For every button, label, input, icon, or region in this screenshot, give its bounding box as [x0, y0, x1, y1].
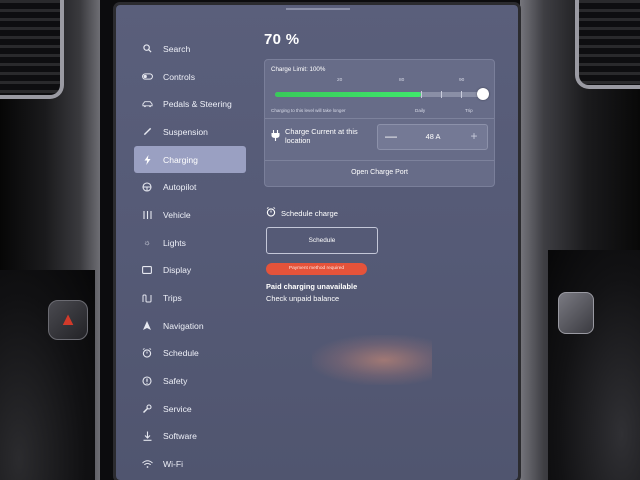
schedule-charge-header: Schedule charge [266, 207, 338, 219]
bolt-icon [141, 154, 153, 166]
safety-icon [141, 375, 153, 387]
sidebar-item-label: Software [163, 431, 197, 442]
schedule-button[interactable]: Schedule [266, 227, 378, 254]
screen-notch [286, 8, 350, 10]
alarm-clock-icon [266, 207, 276, 219]
air-vent-right [575, 0, 640, 89]
trip-label: Trip [465, 108, 473, 113]
sidebar-item-schedule[interactable]: Schedule [134, 340, 246, 368]
paid-charging-status: Paid charging unavailable [266, 282, 358, 291]
open-charge-port-button[interactable]: Open Charge Port [265, 164, 494, 182]
car-icon [141, 98, 153, 110]
sidebar-item-display[interactable]: Display [134, 257, 246, 285]
slider-tick-label: 90 [459, 78, 465, 83]
sidebar-item-label: Controls [163, 71, 195, 82]
charge-current-stepper: — 48 A + [377, 124, 488, 150]
sidebar-item-lights[interactable]: ☼ Lights [134, 229, 246, 257]
wifi-icon [141, 458, 153, 470]
sidebar-item-service[interactable]: Service [134, 395, 246, 423]
wrench-icon [141, 126, 153, 138]
sidebar-item-label: Pedals & Steering [163, 99, 232, 110]
touchscreen: Search Controls Pedals & Steering Suspen… [116, 5, 518, 480]
sidebar-item-label: Autopilot [163, 182, 197, 193]
sidebar-item-label: Trips [163, 293, 182, 304]
decrease-current-button[interactable]: — [383, 125, 399, 149]
sidebar-item-software[interactable]: Software [134, 423, 246, 451]
sun-icon: ☼ [143, 238, 151, 248]
slider-tick-label: 20 [337, 78, 343, 83]
sidebar-item-navigation[interactable]: Navigation [134, 312, 246, 340]
slider-tick [441, 91, 442, 98]
daily-label: Daily [415, 108, 426, 113]
schedule-charge-label: Schedule charge [281, 208, 338, 218]
card-divider [265, 118, 494, 119]
hazard-button[interactable]: ▲ [48, 300, 88, 340]
sidebar-item-label: Safety [163, 376, 188, 387]
payment-required-badge[interactable]: Payment method required [266, 263, 367, 275]
charge-current-label: Charge Current at this location [285, 127, 358, 145]
card-divider [265, 160, 494, 161]
download-icon [141, 430, 153, 442]
sidebar-item-suspension[interactable]: Suspension [134, 118, 246, 146]
sidebar-item-autopilot[interactable]: Autopilot [134, 173, 246, 201]
display-icon [141, 264, 153, 276]
route-icon [141, 292, 153, 304]
vehicle-bars-icon [141, 209, 153, 221]
sidebar-item-safety[interactable]: Safety [134, 367, 246, 395]
slider-tick [461, 91, 462, 98]
sidebar-item-label: Navigation [163, 320, 204, 331]
console-button-right[interactable] [558, 292, 594, 334]
alarm-clock-icon [141, 347, 153, 359]
sidebar-item-label: Charging [163, 154, 198, 165]
sidebar-item-label: Service [163, 403, 192, 414]
sidebar-item-vehicle[interactable]: Vehicle [134, 201, 246, 229]
hazard-triangle-icon: ▲ [59, 309, 77, 329]
sidebar-item-label: Lights [163, 237, 186, 248]
steering-wheel-icon [141, 181, 153, 193]
sidebar-item-label: Suspension [163, 126, 208, 137]
screen-glare [312, 335, 432, 385]
sidebar-item-charging[interactable]: Charging [134, 145, 246, 174]
sidebar-item-search[interactable]: Search [134, 35, 246, 63]
settings-sidebar: Search Controls Pedals & Steering Suspen… [134, 35, 246, 478]
service-wrench-icon [141, 403, 153, 415]
charge-current-value: 48 A [425, 132, 441, 141]
increase-current-button[interactable]: + [466, 125, 482, 149]
battery-percentage: 70 % [264, 31, 300, 48]
sidebar-item-trips[interactable]: Trips [134, 284, 246, 312]
charging-panel: 70 % Charge Limit: 100% 20 80 90 Chargin… [264, 31, 504, 303]
search-icon [141, 43, 153, 55]
charge-limit-note: Charging to this level will take longer [271, 108, 346, 113]
battery-level-fill [275, 92, 421, 97]
sidebar-item-pedals-steering[interactable]: Pedals & Steering [134, 90, 246, 118]
sidebar-item-wifi[interactable]: Wi-Fi [134, 450, 246, 478]
slider-tick [421, 91, 422, 98]
charge-limit-slider[interactable] [275, 88, 489, 100]
air-vent-left [0, 0, 64, 99]
navigation-arrow-icon [141, 320, 153, 332]
sidebar-item-label: Schedule [163, 348, 199, 359]
seat-right [548, 250, 640, 480]
slider-tick-label: 80 [399, 78, 405, 83]
toggle-icon [141, 71, 153, 83]
sidebar-item-label: Vehicle [163, 209, 191, 220]
sidebar-item-controls[interactable]: Controls [134, 63, 246, 91]
charge-limit-knob[interactable] [477, 88, 489, 100]
plug-icon [271, 130, 280, 143]
sidebar-item-label: Search [163, 43, 191, 54]
sidebar-item-label: Wi-Fi [163, 459, 184, 470]
check-unpaid-balance-link[interactable]: Check unpaid balance [266, 294, 339, 303]
charge-limit-label: Charge Limit: 100% [271, 66, 326, 73]
charge-settings-card: Charge Limit: 100% 20 80 90 Charging to … [264, 59, 495, 187]
sidebar-item-label: Display [163, 265, 192, 276]
